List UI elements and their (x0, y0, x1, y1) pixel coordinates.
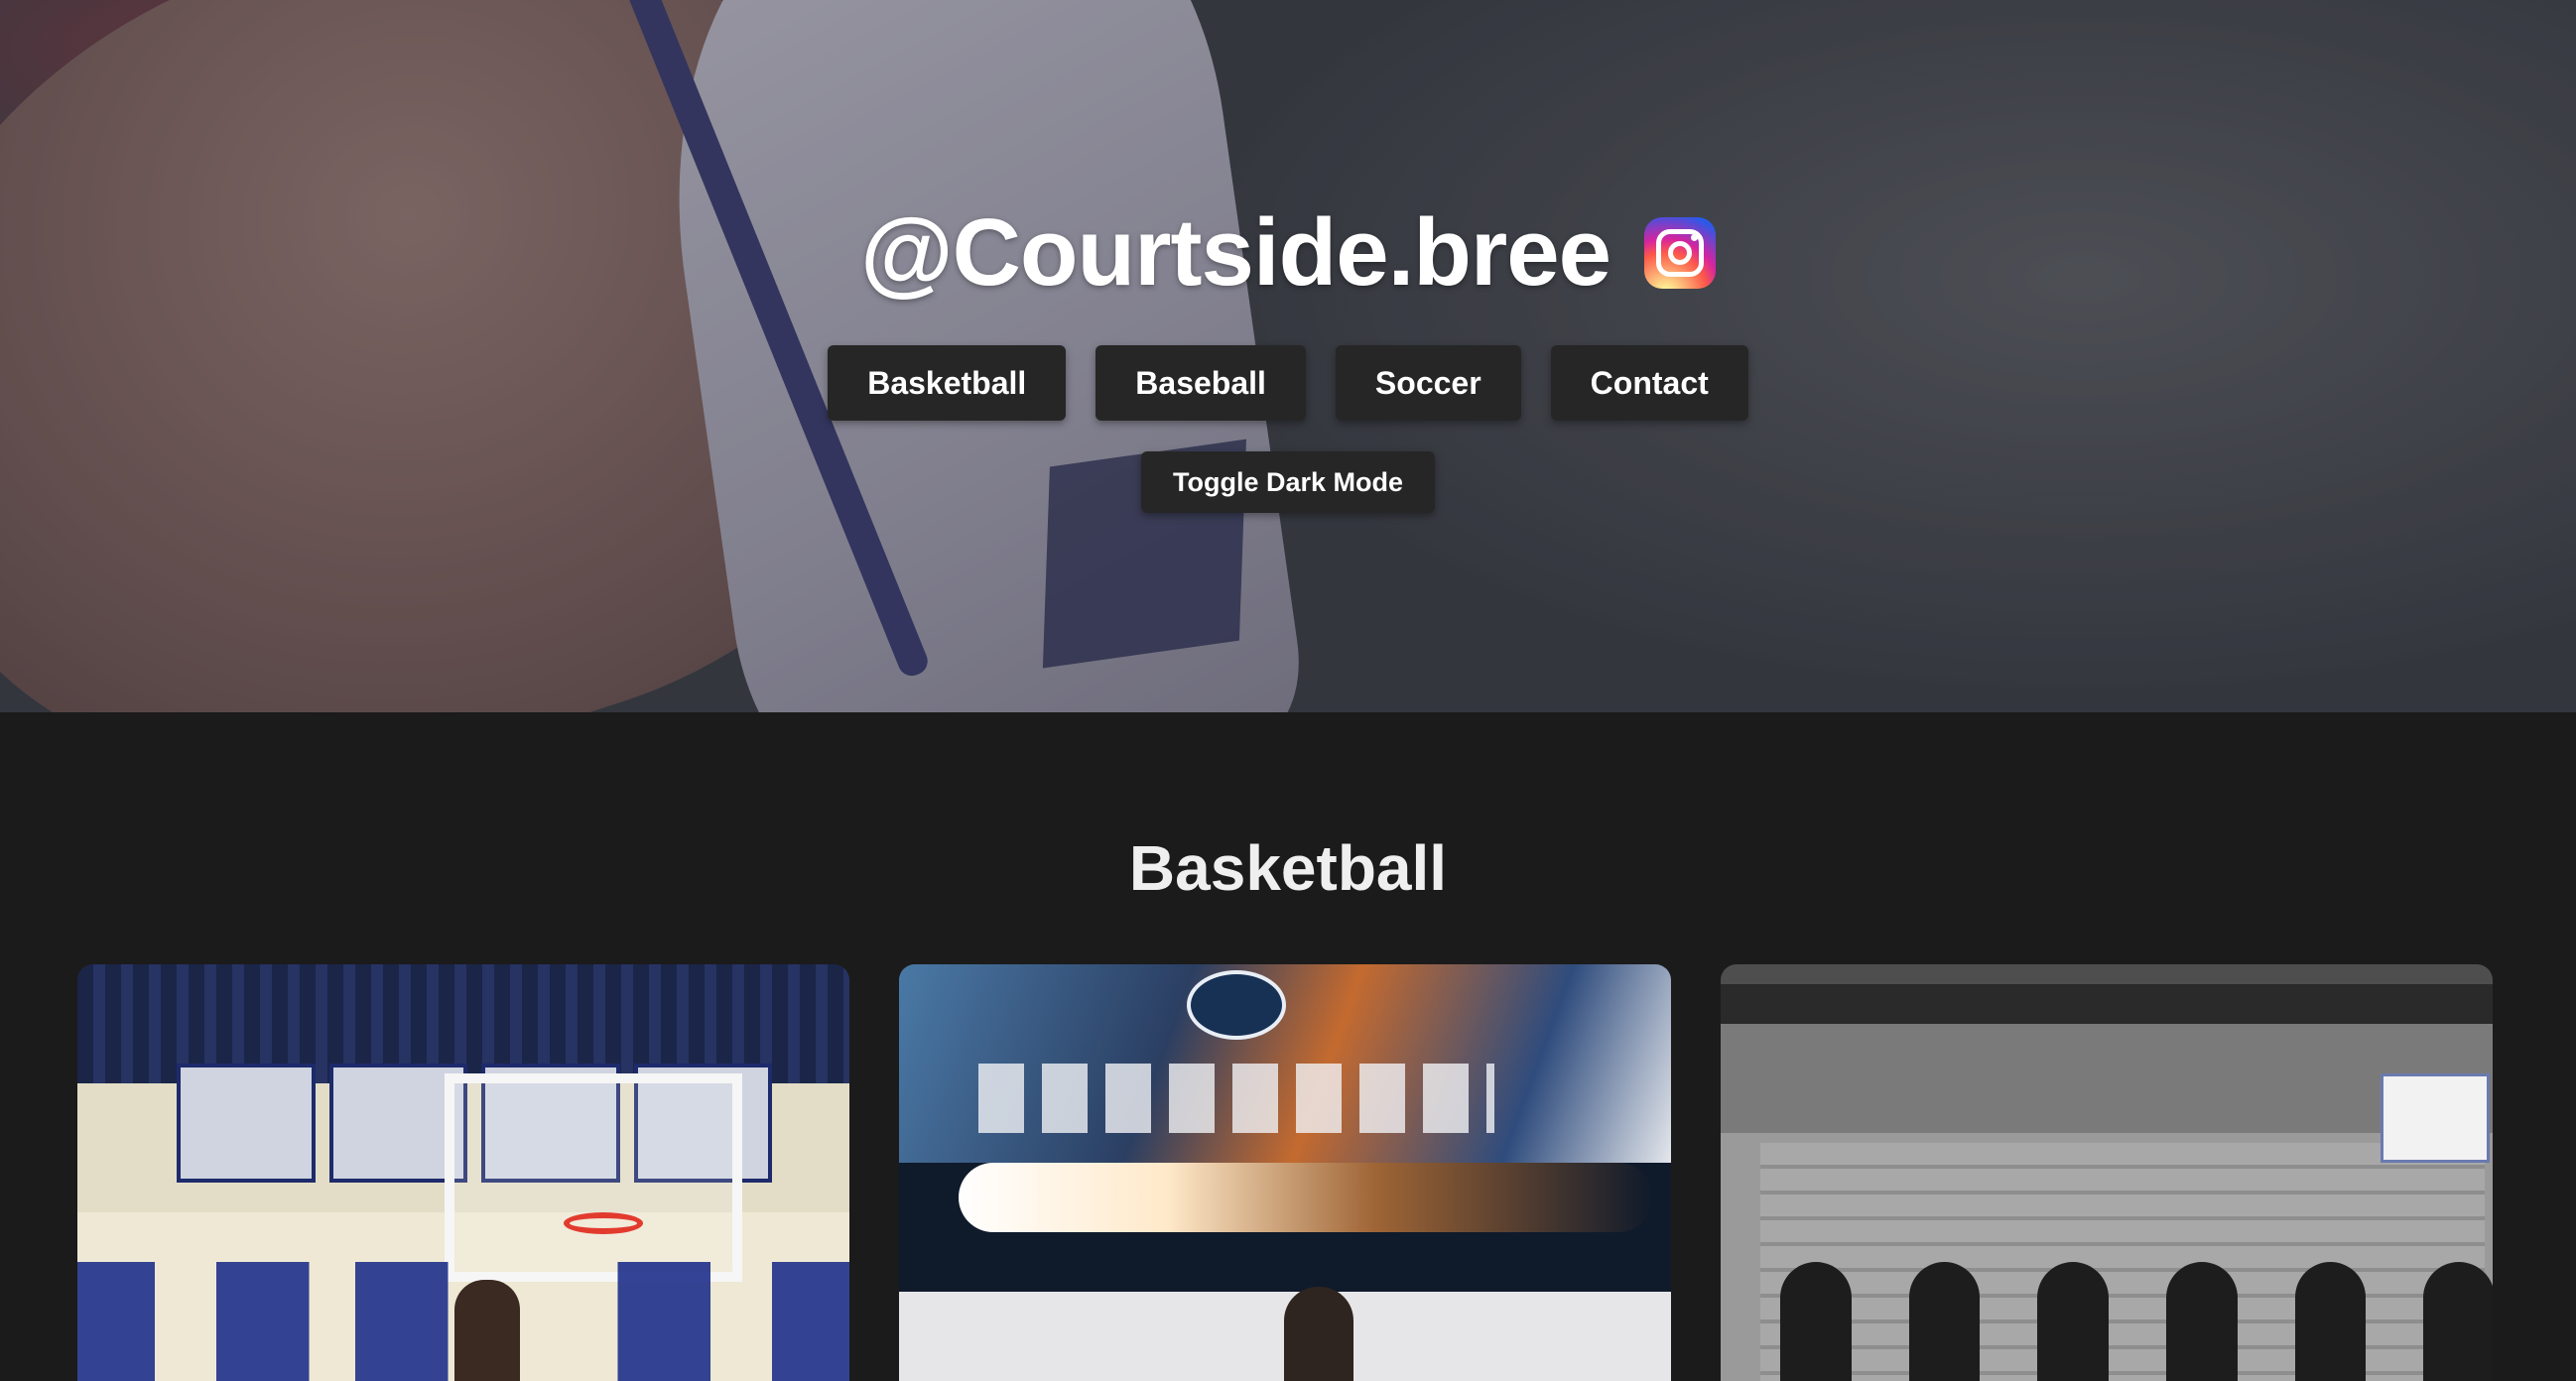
photo-banner (177, 1064, 316, 1183)
photo-gallery (77, 964, 2493, 1381)
photo-player (2166, 1262, 2238, 1381)
site-handle: @Courtside.bree (859, 199, 1611, 306)
brand-header: @Courtside.bree (0, 198, 2576, 308)
main-nav: Basketball Baseball Soccer Contact (0, 345, 2576, 421)
nav-contact-button[interactable]: Contact (1550, 345, 1748, 421)
photo-logo (1187, 970, 1286, 1040)
photo-team-huddle (1780, 1262, 2493, 1381)
photo-player (2037, 1262, 2110, 1381)
photo-player (454, 1280, 520, 1381)
nav-basketball-button[interactable]: Basketball (828, 345, 1067, 421)
nav-soccer-button[interactable]: Soccer (1335, 345, 1521, 421)
photo-player (1908, 1262, 1981, 1381)
photo-player (1284, 1287, 1353, 1381)
gallery-photo-2[interactable] (899, 964, 1671, 1381)
photo-player (1780, 1262, 1852, 1381)
photo-rim (564, 1212, 643, 1234)
photo-mural-lettering (978, 1064, 1494, 1133)
instagram-icon[interactable] (1644, 217, 1717, 289)
gallery-photo-3[interactable] (1721, 964, 2493, 1381)
photo-player (2294, 1262, 2367, 1381)
photo-sign (2381, 1073, 2490, 1163)
photo-comet-streak (959, 1163, 1653, 1232)
toggle-row: Toggle Dark Mode (0, 451, 2576, 513)
nav-baseball-button[interactable]: Baseball (1095, 345, 1306, 421)
gallery-photo-1[interactable] (77, 964, 849, 1381)
hero-banner: @Courtside.bree Basketball Baseball Socc… (0, 0, 2576, 712)
instagram-icon-lens (1668, 241, 1693, 265)
section-title: Basketball (1128, 832, 1448, 904)
photo-wall-stripe (1721, 984, 2493, 1024)
instagram-icon-dot (1691, 234, 1699, 241)
toggle-dark-mode-button[interactable]: Toggle Dark Mode (1140, 451, 1436, 513)
photo-backboard (445, 1073, 742, 1282)
photo-player (2423, 1262, 2493, 1381)
